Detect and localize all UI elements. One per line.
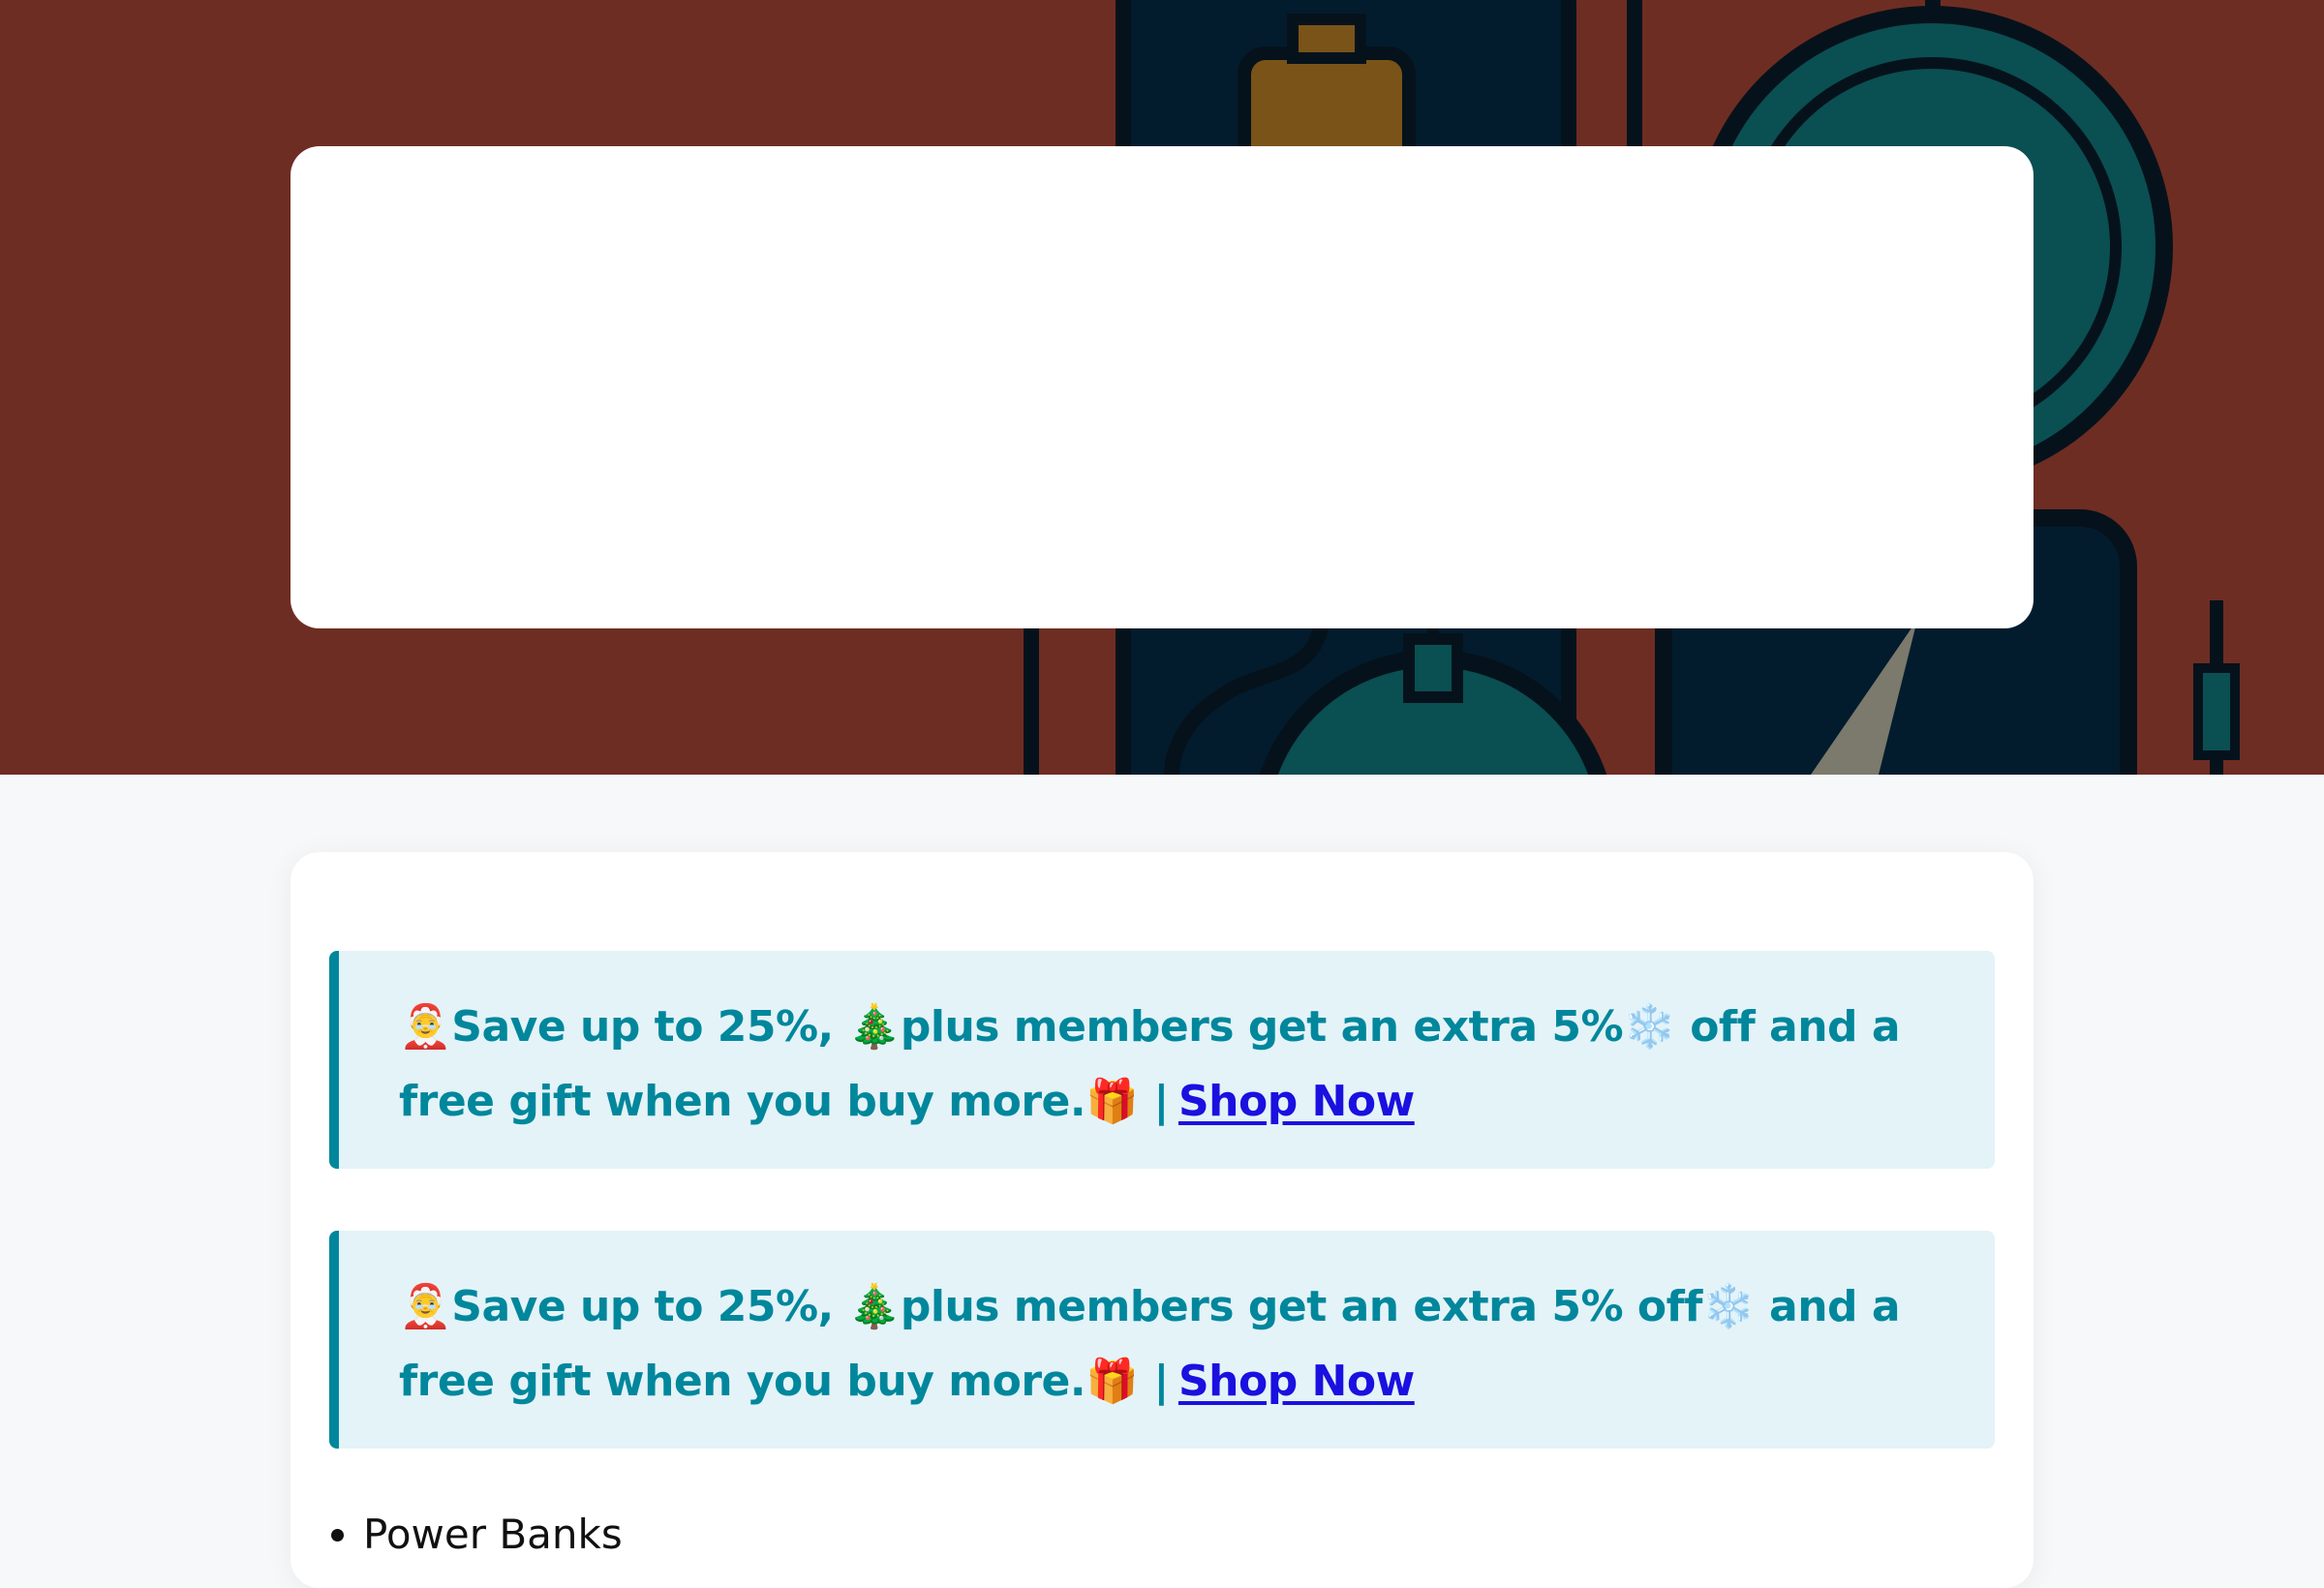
category-list: Power Banks (363, 1511, 623, 1558)
hero-card (290, 146, 2034, 628)
hero-banner (0, 0, 2324, 775)
gift-icon: 🎁 (1086, 1077, 1139, 1126)
separator: | (1153, 1357, 1169, 1406)
santa-icon: 🤶 (399, 1002, 452, 1052)
shop-now-link[interactable]: Shop Now (1178, 1357, 1415, 1406)
tree-icon: 🎄 (847, 1002, 902, 1052)
promo-banner: 🤶Save up to 25%, 🎄plus members get an ex… (329, 1231, 1995, 1449)
tree-icon: 🎄 (847, 1282, 902, 1331)
shop-now-link[interactable]: Shop Now (1178, 1077, 1415, 1126)
santa-icon: 🤶 (399, 1282, 452, 1331)
separator: | (1153, 1077, 1169, 1126)
gift-icon: 🎁 (1086, 1357, 1139, 1406)
promo-text: plus members get an extra 5% off (900, 1282, 1703, 1331)
promo-text: Save up to 25%, (451, 1002, 848, 1052)
plug-shape (2193, 663, 2240, 760)
snowflake-icon: ❄️ (1623, 1002, 1676, 1052)
category-item-power-banks[interactable]: Power Banks (363, 1511, 623, 1558)
snowflake-icon: ❄️ (1701, 1282, 1756, 1331)
promo-banner: 🤶Save up to 25%, 🎄plus members get an ex… (329, 951, 1995, 1169)
battery-tip-shape (1287, 14, 1366, 64)
content-card: 🤶Save up to 25%, 🎄plus members get an ex… (290, 852, 2034, 1588)
promo-text: plus members get an extra 5% (900, 1002, 1624, 1052)
promo-text: Save up to 25%, (451, 1282, 848, 1331)
